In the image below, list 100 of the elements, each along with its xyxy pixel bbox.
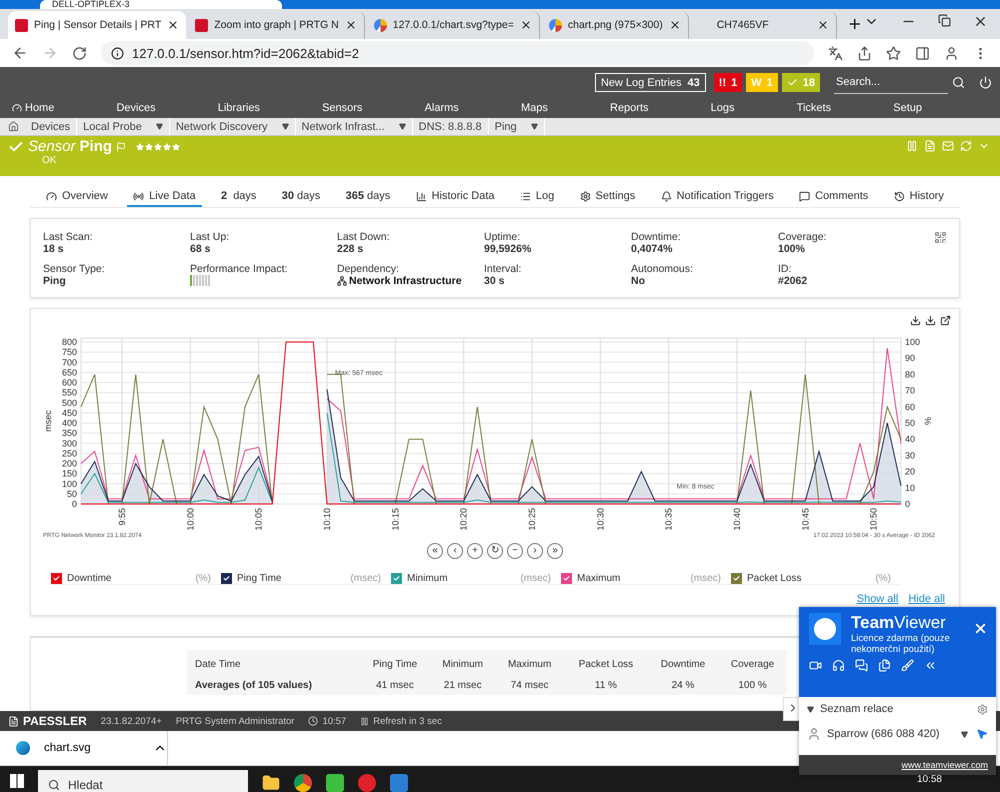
legend-checkbox[interactable] <box>221 573 232 584</box>
nav-item[interactable]: Alarms <box>424 102 459 114</box>
page-tab[interactable]: Overview <box>40 188 114 207</box>
chart-nav-button[interactable]: › <box>527 543 543 559</box>
favicon-icon <box>15 18 28 32</box>
settings-icon[interactable] <box>977 704 988 714</box>
axis-tick-label: 10:40 <box>732 508 742 531</box>
page-tab[interactable]: 365 days <box>340 188 396 207</box>
app-icon[interactable] <box>326 774 344 792</box>
log-entries-button[interactable]: New Log Entries 43 <box>594 73 706 92</box>
breadcrumb[interactable]: Local Probe <box>77 118 170 135</box>
folder-icon[interactable] <box>262 774 280 792</box>
page-tab[interactable]: Log <box>514 188 560 207</box>
reload-icon[interactable] <box>72 46 87 60</box>
plus-icon[interactable] <box>846 16 862 32</box>
address-bar[interactable]: 127.0.0.1/sensor.htm?id=2062&tabid=2 <box>101 41 814 65</box>
chart-nav-button[interactable]: − <box>507 543 523 559</box>
chart-nav-button[interactable]: « <box>427 543 443 559</box>
axis-tick-label: 450 <box>62 408 77 418</box>
browser-tab[interactable]: Ping | Sensor Details | PRT <box>8 11 186 39</box>
download-icon[interactable] <box>925 315 936 326</box>
close-icon[interactable] <box>668 19 681 31</box>
page-tab[interactable]: Live Data <box>127 188 202 207</box>
close-icon[interactable] <box>344 19 357 31</box>
remote-tab[interactable]: DELL-OPTIPLEX-3 <box>40 0 282 9</box>
history-icon <box>894 190 905 202</box>
axis-tick-label: 80 <box>905 369 916 380</box>
legend-checkbox[interactable] <box>51 573 62 584</box>
chart-nav-button[interactable]: ‹ <box>447 543 463 559</box>
axis-tick-label: 10:05 <box>254 508 264 531</box>
legend-link[interactable]: Hide all <box>908 593 945 605</box>
taskbar-search[interactable]: Hledat <box>38 770 248 792</box>
breadcrumb[interactable]: Network Discovery <box>170 118 296 135</box>
legend-checkbox[interactable] <box>731 573 742 584</box>
nav-item[interactable]: Maps <box>520 102 548 114</box>
close-icon[interactable] <box>816 19 828 31</box>
nav-item[interactable]: Logs <box>710 102 735 114</box>
profile-icon[interactable] <box>944 46 959 60</box>
chart-nav-button[interactable]: + <box>467 543 483 559</box>
search-field[interactable]: Search... <box>834 72 948 94</box>
axis-tick-label: 100 <box>905 337 920 348</box>
power-icon[interactable] <box>979 76 992 89</box>
page-tab[interactable]: 30 days <box>276 188 326 207</box>
app-icon[interactable] <box>390 774 408 792</box>
start-icon[interactable] <box>10 774 24 788</box>
collapse-icon[interactable] <box>924 659 937 672</box>
restore-icon[interactable] <box>938 14 951 26</box>
column-header: Ping Time <box>360 650 430 676</box>
nav-item[interactable]: Devices <box>116 102 156 114</box>
translate-icon[interactable] <box>828 46 843 60</box>
info-label: ID: <box>778 263 792 275</box>
breadcrumb[interactable]: Ping <box>488 118 545 135</box>
share-icon[interactable] <box>857 46 872 60</box>
home-icon[interactable] <box>8 121 19 132</box>
search-icon[interactable] <box>952 76 965 89</box>
close-icon[interactable] <box>167 19 180 31</box>
legend-checkbox[interactable] <box>391 573 402 584</box>
pause-icon[interactable] <box>360 716 370 726</box>
page-tab[interactable]: 2 days <box>214 188 262 207</box>
nav-item[interactable]: Reports <box>610 102 649 114</box>
download-icon[interactable] <box>910 315 921 326</box>
nav-item[interactable]: Sensors <box>322 102 362 114</box>
legend-link[interactable]: Show all <box>856 593 898 605</box>
pointer-icon[interactable] <box>976 728 988 740</box>
video-icon[interactable] <box>809 659 822 672</box>
dependency-link[interactable]: Network Infrastructure <box>337 275 462 287</box>
breadcrumb[interactable]: DNS: 8.8.8.8 <box>412 118 489 135</box>
breadcrumb[interactable]: Devices <box>25 118 78 135</box>
breadcrumb[interactable]: Network Infrast... <box>296 118 413 135</box>
chat-icon[interactable] <box>855 659 868 672</box>
page-tab[interactable]: Notification Triggers <box>654 188 780 207</box>
nav-item[interactable]: Libraries <box>218 102 260 114</box>
nav-item[interactable]: Setup <box>893 102 922 114</box>
page-tab[interactable]: Comments <box>793 188 874 207</box>
chart-nav-button[interactable]: ↻ <box>487 543 503 559</box>
page-tab[interactable]: Historic Data <box>410 188 501 207</box>
nav-item[interactable]: Tickets <box>796 102 832 114</box>
page-tab[interactable]: History <box>888 188 950 207</box>
sidebar-icon[interactable] <box>915 46 930 60</box>
back-icon[interactable] <box>12 45 28 61</box>
external-link-icon[interactable] <box>940 315 951 326</box>
clock-icon <box>308 716 318 726</box>
section-title[interactable]: Seznam relace <box>820 703 894 715</box>
files-icon[interactable] <box>878 659 891 672</box>
browser-app-icon[interactable] <box>294 774 312 792</box>
star-icon[interactable] <box>886 46 901 60</box>
page-tab[interactable]: Settings <box>574 188 642 207</box>
app-icon[interactable] <box>358 774 376 792</box>
headset-icon[interactable] <box>832 659 845 672</box>
alarm-badge[interactable]: !! 1 <box>714 73 742 92</box>
download-item[interactable]: chart.svg <box>0 731 168 765</box>
axis-tick-label: 50 <box>66 488 77 499</box>
contact-name[interactable]: Sparrow (686 088 420) <box>827 728 940 740</box>
nav-item[interactable]: Home <box>12 102 54 114</box>
legend-unit: (%) <box>195 573 211 584</box>
close-icon[interactable] <box>520 19 532 31</box>
chart-nav-button[interactable]: » <box>547 543 563 559</box>
qr-code-icon[interactable] <box>934 231 947 244</box>
legend-checkbox[interactable] <box>561 573 572 584</box>
brush-icon[interactable] <box>901 659 914 672</box>
